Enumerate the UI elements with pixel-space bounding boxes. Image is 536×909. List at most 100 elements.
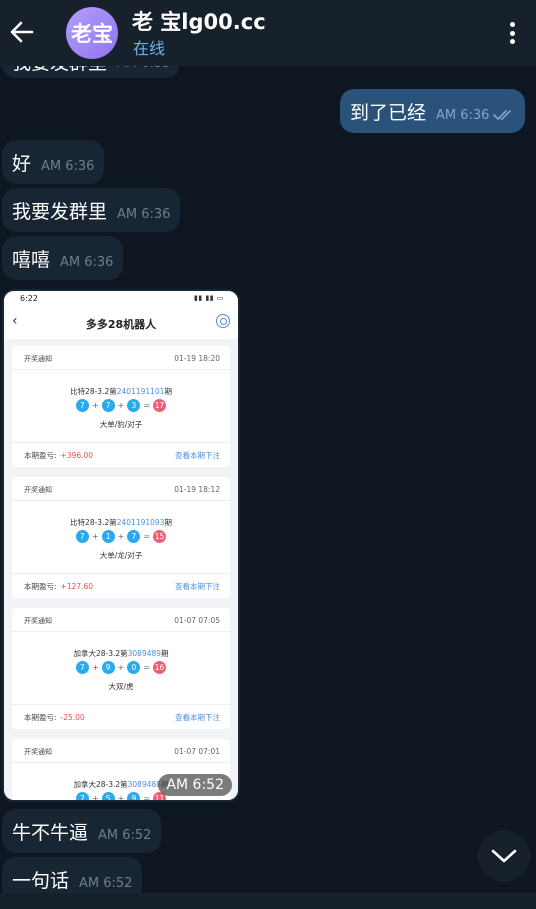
card-balls: 7 + 1 + 7 = 15 — [12, 530, 230, 543]
sum-ball: 15 — [153, 530, 167, 543]
avatar[interactable]: 老宝 — [66, 7, 118, 59]
card-issue: 比特28-3.2第2401191093期 — [12, 517, 230, 528]
issue-suffix: 期 — [164, 387, 172, 396]
view-bets-link: 查看本期下注 — [175, 713, 220, 722]
sum-ball: 17 — [153, 399, 167, 412]
divider — [12, 631, 230, 632]
card-profit: 本期盈亏: +396.00 — [24, 450, 93, 461]
divider — [12, 762, 230, 763]
message-text: 一句话 — [12, 869, 70, 892]
kebab-dot — [509, 39, 515, 44]
card-result: 大单/龙/对子 — [99, 551, 143, 560]
online-status: 在线 — [133, 39, 166, 58]
issue-suffix: 期 — [161, 649, 169, 658]
issue-prefix: 加拿大28-3.2第 — [73, 780, 128, 789]
card-label: 开奖通知 — [24, 486, 52, 494]
kebab-dot — [509, 30, 515, 36]
profit-value: -25.00 — [60, 713, 85, 722]
more-options-button[interactable] — [500, 18, 524, 48]
card-date: 01-07 07:01 — [174, 747, 220, 756]
double-check-icon — [493, 110, 512, 120]
number-ball: 7 — [75, 661, 89, 674]
message-bubble[interactable]: 好 AM 6:36 — [2, 140, 105, 184]
draw-card: 开奖通知 01-19 18:20 比特28-3.2第2401191101期 7 +… — [12, 346, 230, 467]
number-ball: 9 — [127, 792, 141, 800]
message-time: AM 6:52 — [98, 827, 152, 843]
message-bubble[interactable]: 我要发群里 AM 6:36 — [2, 188, 181, 232]
composer-bar[interactable] — [0, 893, 536, 909]
profit-value: +396.00 — [60, 451, 94, 460]
profit-label: 本期盈亏: — [24, 582, 57, 591]
back-button[interactable] — [8, 14, 36, 50]
message-text: 我要发群里 — [12, 200, 108, 223]
phone-title: 多多28机器人 — [85, 318, 157, 331]
number-ball: 7 — [101, 399, 115, 412]
message-text: 到了已经 — [350, 101, 427, 124]
message-time: AM 6:36 — [41, 158, 95, 174]
card-date: 01-19 18:20 — [174, 354, 220, 363]
message-time: AM 6:36 — [117, 206, 171, 222]
image-message[interactable]: 6:22 ▮▮ ▮▮ ▭ ‹ 多多28机器人 开奖通知 01-19 18:20 … — [2, 289, 240, 802]
message-time: AM 6:52 — [158, 774, 232, 796]
message-text: 好 — [12, 152, 32, 175]
message-bubble[interactable]: 牛不牛逼 AM 6:52 — [2, 809, 162, 853]
issue-number: 2401191093 — [116, 518, 165, 527]
divider — [12, 369, 230, 370]
arrow-left-icon — [10, 21, 34, 43]
view-bets-link: 查看本期下注 — [175, 451, 220, 460]
issue-prefix: 加拿大28-3.2第 — [73, 649, 128, 658]
embedded-screenshot: 6:22 ▮▮ ▮▮ ▭ ‹ 多多28机器人 开奖通知 01-19 18:20 … — [4, 291, 238, 800]
gear-icon — [216, 314, 230, 328]
message-time: AM 6:52 — [79, 875, 133, 891]
phone-status-time: 6:22 — [20, 294, 38, 303]
issue-prefix: 比特28-3.2第 — [70, 387, 117, 396]
chat-title[interactable]: 老 宝lg00.cc — [132, 6, 266, 36]
divider — [12, 442, 230, 443]
card-date: 01-07 07:05 — [174, 616, 220, 625]
number-ball: 3 — [127, 399, 141, 412]
draw-card: 开奖通知 01-07 07:05 加拿大28-3.2第3089489期 7 + 9… — [12, 608, 230, 729]
divider — [12, 573, 230, 574]
draw-card: 开奖通知 01-19 18:12 比特28-3.2第2401191093期 7 +… — [12, 477, 230, 598]
message-bubble-outgoing[interactable]: 到了已经 AM 6:36 — [340, 89, 526, 133]
issue-suffix: 期 — [164, 518, 172, 527]
issue-number: 2401191101 — [116, 387, 165, 396]
number-ball: 1 — [101, 530, 115, 543]
chat-header: 老宝 老 宝lg00.cc 在线 — [0, 0, 536, 66]
kebab-dot — [509, 22, 515, 27]
number-ball: 9 — [101, 661, 115, 674]
card-profit: 本期盈亏: +127.60 — [24, 581, 93, 592]
message-time: AM 6:36 — [436, 107, 490, 123]
number-ball: 0 — [127, 661, 141, 674]
phone-nav-bar: ‹ 多多28机器人 — [4, 307, 238, 339]
view-bets-link: 查看本期下注 — [175, 582, 220, 591]
profit-label: 本期盈亏: — [24, 713, 57, 722]
card-result: 大单/豹/对子 — [99, 420, 143, 429]
card-label: 开奖通知 — [24, 617, 52, 625]
message-text: 嘻嘻 — [12, 248, 51, 271]
profit-label: 本期盈亏: — [24, 451, 57, 460]
divider — [12, 704, 230, 705]
card-date: 01-19 18:12 — [174, 485, 220, 494]
profit-value: +127.60 — [60, 582, 94, 591]
issue-number: 3089488 — [127, 780, 162, 789]
signal-battery-icon: ▮▮ ▮▮ ▭ — [194, 294, 224, 302]
card-result: 大双/虎 — [108, 682, 134, 691]
card-balls: 7 + 9 + 0 = 16 — [12, 661, 230, 674]
card-label: 开奖通知 — [24, 355, 52, 363]
number-ball: 5 — [101, 792, 115, 800]
card-issue: 加拿大28-3.2第3089489期 — [12, 648, 230, 659]
card-profit: 本期盈亏: -25.00 — [24, 712, 85, 723]
issue-prefix: 比特28-3.2第 — [70, 518, 117, 527]
number-ball: 7 — [75, 792, 89, 800]
card-label: 开奖通知 — [24, 748, 52, 756]
phone-status-bar: 6:22 ▮▮ ▮▮ ▭ — [4, 291, 238, 307]
scroll-down-button[interactable] — [478, 830, 530, 882]
message-bubble[interactable]: 嘻嘻 AM 6:36 — [2, 236, 124, 280]
chevron-down-icon — [491, 849, 517, 863]
number-ball: 7 — [127, 530, 141, 543]
sum-ball: 16 — [153, 661, 167, 674]
card-balls: 7 + 7 + 3 = 17 — [12, 399, 230, 412]
message-time: AM 6:36 — [60, 254, 114, 270]
card-issue: 比特28-3.2第2401191101期 — [12, 386, 230, 397]
